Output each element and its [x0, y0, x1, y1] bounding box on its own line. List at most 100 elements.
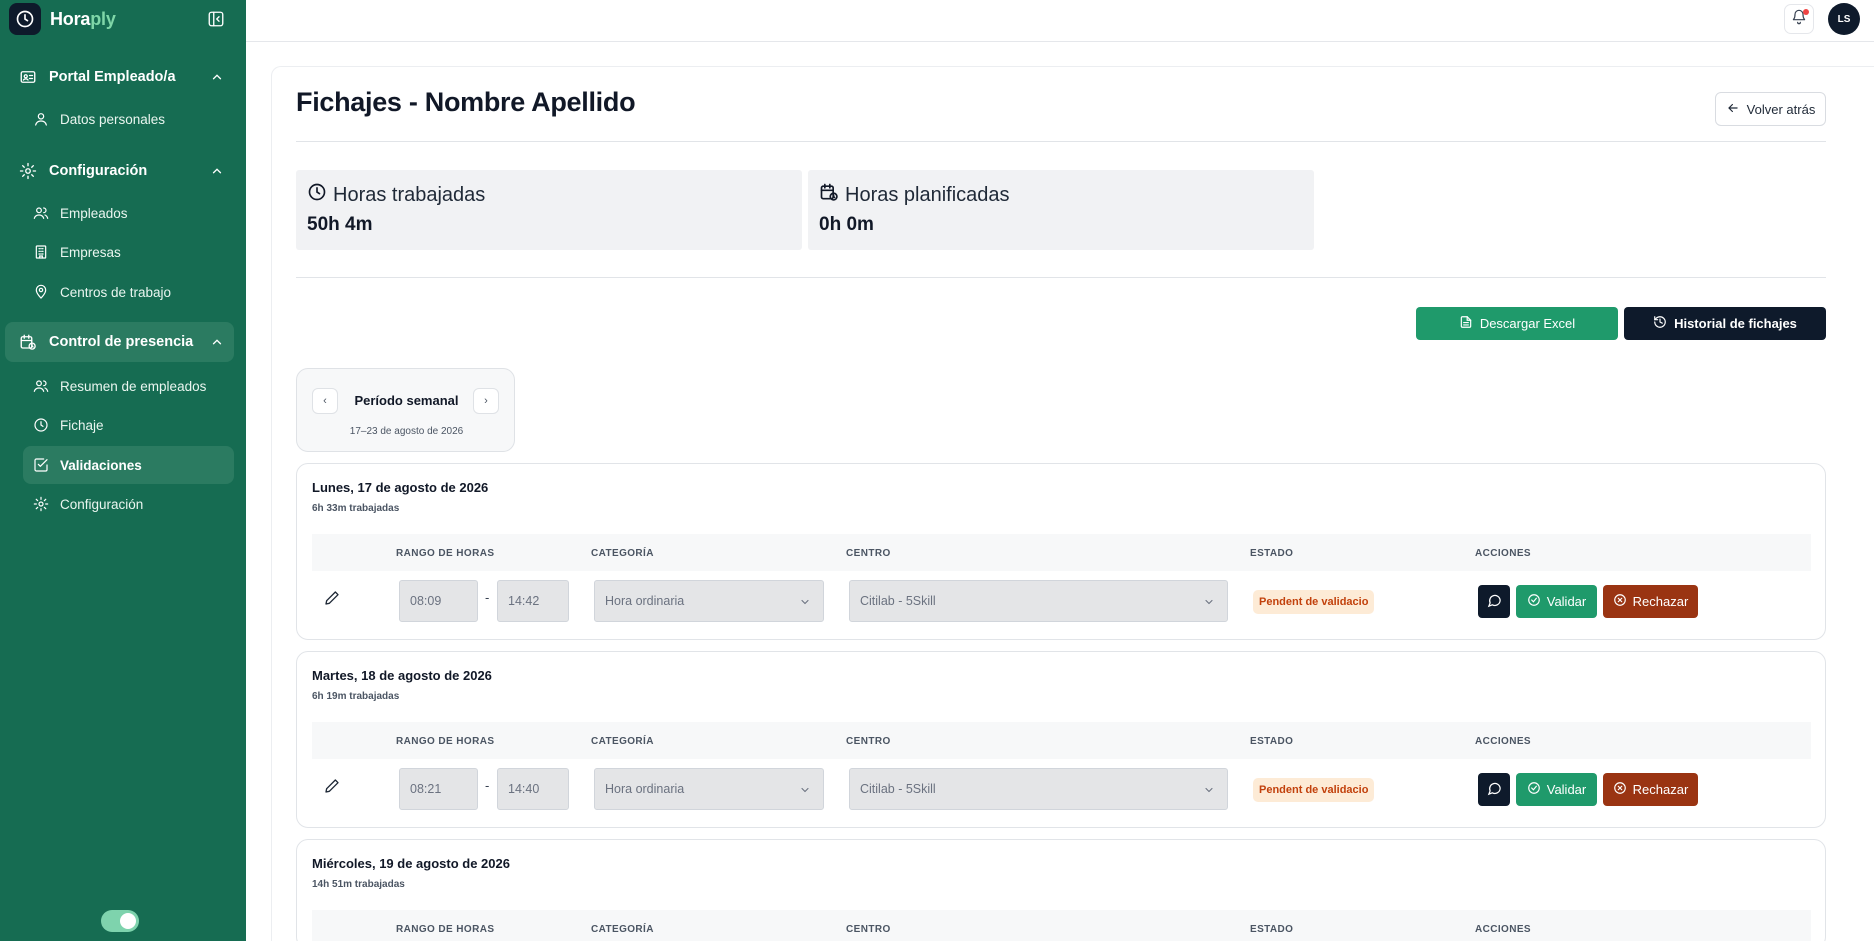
col-actions: ACCIONES — [1475, 548, 1531, 559]
sidebar-collapse-icon[interactable] — [207, 10, 225, 28]
col-actions: ACCIONES — [1475, 736, 1531, 747]
clock-icon — [307, 182, 327, 208]
category-value: Hora ordinaria — [605, 782, 685, 796]
day-card: Lunes, 17 de agosto de 2026 6h 33m traba… — [296, 463, 1826, 640]
brand[interactable]: Horaply — [9, 3, 116, 35]
users-icon — [33, 205, 49, 221]
chevron-up-icon — [210, 70, 224, 84]
reject-button[interactable]: Rechazar — [1603, 585, 1698, 618]
col-actions: ACCIONES — [1475, 924, 1531, 935]
stat-value: 0h 0m — [819, 214, 874, 235]
chevron-up-icon — [210, 335, 224, 349]
table-header: RANGO DE HORAS CATEGORÍA CENTRO ESTADO A… — [312, 534, 1811, 571]
sidebar-item-resumen-empleados[interactable]: Resumen de empleados — [23, 367, 234, 405]
day-card: Miércoles, 19 de agosto de 2026 14h 51m … — [296, 839, 1826, 941]
category-select[interactable]: Hora ordinaria — [594, 580, 824, 622]
end-time-input[interactable]: 14:42 — [497, 580, 569, 622]
sidebar-item-label: Fichaje — [60, 417, 104, 433]
gear-icon — [19, 162, 37, 180]
download-excel-label: Descargar Excel — [1479, 316, 1576, 331]
sidebar-item-datos-personales[interactable]: Datos personales — [23, 100, 234, 138]
center-value: Citilab - 5Skill — [860, 594, 936, 608]
sidebar-item-label: Datos personales — [60, 111, 166, 127]
calendar-clock-icon — [819, 182, 839, 208]
validate-button[interactable]: Validar — [1516, 773, 1597, 806]
sidebar-item-label: Centros de trabajo — [60, 284, 172, 300]
user-icon — [33, 111, 49, 127]
day-worked: 6h 33m trabajadas — [312, 503, 400, 514]
sidebar-section-portal[interactable]: Portal Empleado/a — [5, 57, 234, 97]
col-center: CENTRO — [846, 548, 891, 559]
day-title: Miércoles, 19 de agosto de 2026 — [312, 856, 510, 871]
back-button[interactable]: Volver atrás — [1715, 92, 1826, 126]
sidebar-item-label: Configuración — [60, 496, 144, 512]
col-status: ESTADO — [1250, 736, 1294, 747]
divider — [296, 277, 1826, 278]
avatar[interactable]: LS — [1828, 3, 1860, 35]
table-header: RANGO DE HORAS CATEGORÍA CENTRO ESTADO A… — [312, 910, 1811, 941]
table-header: RANGO DE HORAS CATEGORÍA CENTRO ESTADO A… — [312, 722, 1811, 759]
status-badge: Pendent de validacio — [1253, 590, 1375, 614]
day-title: Lunes, 17 de agosto de 2026 — [312, 480, 489, 495]
sidebar-item-fichaje[interactable]: Fichaje — [23, 406, 234, 444]
sidebar-item-validaciones[interactable]: Validaciones — [23, 446, 234, 484]
sidebar-item-centros[interactable]: Centros de trabajo — [23, 273, 234, 311]
check-circle-icon — [1527, 781, 1541, 798]
notification-dot — [1803, 9, 1809, 15]
col-range: RANGO DE HORAS — [396, 924, 495, 935]
pencil-icon[interactable] — [324, 590, 340, 606]
id-card-icon — [19, 68, 37, 86]
col-category: CATEGORÍA — [591, 736, 654, 747]
theme-toggle[interactable] — [101, 910, 139, 932]
sidebar: Horaply Portal Empleado/a Datos personal… — [0, 0, 246, 941]
sidebar-item-configuracion-presencia[interactable]: Configuración — [23, 485, 234, 523]
history-icon — [1653, 315, 1667, 332]
chevron-down-icon — [799, 784, 811, 796]
start-time-input[interactable]: 08:09 — [399, 580, 478, 622]
category-select[interactable]: Hora ordinaria — [594, 768, 824, 810]
sidebar-item-label: Validaciones — [60, 457, 142, 473]
map-pin-icon — [33, 284, 49, 300]
col-status: ESTADO — [1250, 548, 1294, 559]
history-button[interactable]: Historial de fichajes — [1624, 307, 1826, 340]
clock-logo-icon — [9, 3, 41, 35]
period-next-button[interactable]: › — [473, 388, 499, 414]
history-label: Historial de fichajes — [1674, 316, 1797, 331]
sidebar-section-control-presencia[interactable]: Control de presencia — [5, 322, 234, 362]
sidebar-item-label: Resumen de empleados — [60, 378, 207, 394]
category-value: Hora ordinaria — [605, 594, 685, 608]
pencil-icon[interactable] — [324, 778, 340, 794]
message-circle-icon — [1487, 781, 1502, 799]
status-badge: Pendent de validacio — [1253, 778, 1375, 802]
col-category: CATEGORÍA — [591, 548, 654, 559]
col-center: CENTRO — [846, 736, 891, 747]
stat-planned-hours: Horas planificadas 0h 0m — [808, 170, 1314, 250]
chevron-up-icon — [210, 164, 224, 178]
chevron-down-icon — [1203, 596, 1215, 608]
sidebar-section-configuracion[interactable]: Configuración — [5, 151, 234, 191]
center-select[interactable]: Citilab - 5Skill — [849, 580, 1228, 622]
back-button-label: Volver atrás — [1746, 101, 1816, 117]
period-selector: ‹ Período semanal › 17–23 de agosto de 2… — [296, 368, 515, 452]
center-select[interactable]: Citilab - 5Skill — [849, 768, 1228, 810]
stat-label: Horas trabajadas — [333, 183, 486, 206]
page-title: Fichajes - Nombre Apellido — [296, 87, 636, 117]
validate-button[interactable]: Validar — [1516, 585, 1597, 618]
notifications-button[interactable] — [1784, 4, 1814, 34]
sidebar-item-empresas[interactable]: Empresas — [23, 233, 234, 271]
reject-button[interactable]: Rechazar — [1603, 773, 1698, 806]
message-circle-icon — [1487, 593, 1502, 611]
comment-button[interactable] — [1478, 773, 1510, 806]
comment-button[interactable] — [1478, 585, 1510, 618]
end-time-input[interactable]: 14:40 — [497, 768, 569, 810]
toggle-knob — [120, 913, 136, 929]
sidebar-item-empleados[interactable]: Empleados — [23, 194, 234, 232]
col-status: ESTADO — [1250, 924, 1294, 935]
download-excel-button[interactable]: Descargar Excel — [1416, 307, 1618, 340]
file-spreadsheet-icon — [1459, 315, 1473, 332]
start-time-input[interactable]: 08:21 — [399, 768, 478, 810]
col-range: RANGO DE HORAS — [396, 548, 495, 559]
check-circle-icon — [1527, 593, 1541, 610]
sidebar-section-label: Configuración — [49, 163, 148, 179]
sidebar-section-label: Portal Empleado/a — [49, 69, 176, 85]
